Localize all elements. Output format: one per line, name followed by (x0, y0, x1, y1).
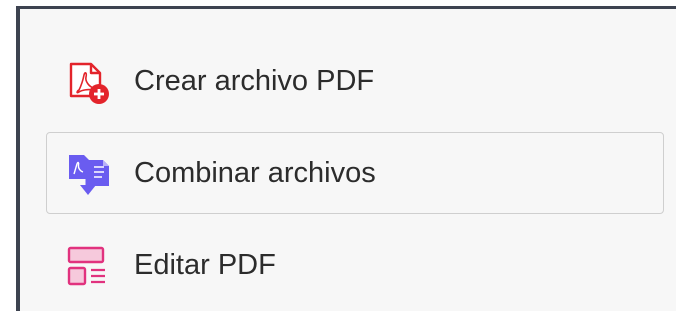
tool-create-pdf[interactable]: Crear archivo PDF (46, 40, 664, 122)
tool-combine-files[interactable]: Combinar archivos (46, 132, 664, 214)
tool-label: Editar PDF (134, 249, 276, 281)
tool-edit-pdf[interactable]: Editar PDF (46, 224, 664, 306)
edit-pdf-icon (65, 244, 113, 290)
tool-label: Crear archivo PDF (134, 65, 375, 97)
tools-panel-window: Crear archivo PDF Combinar archivos Edit (0, 0, 676, 311)
tool-label: Combinar archivos (134, 157, 376, 189)
create-pdf-icon (65, 60, 113, 106)
combine-files-icon (65, 152, 113, 198)
